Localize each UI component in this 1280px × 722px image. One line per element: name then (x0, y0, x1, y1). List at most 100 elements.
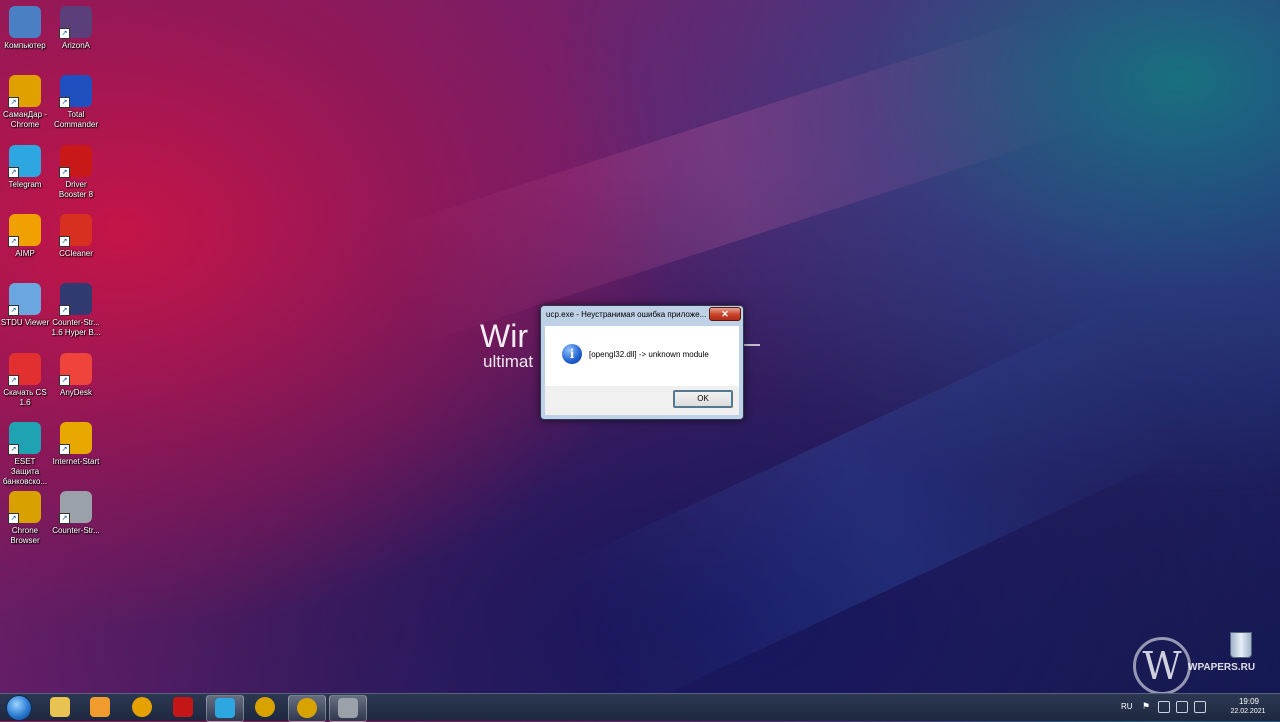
desktop-icon[interactable]: ↗ СаманДар - Chrome (0, 75, 50, 130)
taskbar-button[interactable] (82, 695, 118, 720)
clock-time[interactable]: 19:09 (1230, 697, 1268, 706)
battery-icon[interactable] (1158, 701, 1170, 713)
desktop-icon[interactable]: ↗ Скачать CS 1.6 (0, 352, 50, 408)
download-cs-icon: ↗ (8, 352, 41, 386)
error-dialog: ucp.exe - Неустранимая ошибка приложе...… (540, 305, 744, 420)
network-icon[interactable] (1176, 701, 1188, 713)
desktop-icon-label: Counter-Str... 1.6 Hyper B... (51, 318, 101, 338)
wallpaper-title: Wir (480, 318, 528, 354)
shortcut-arrow-icon: ↗ (59, 513, 70, 525)
stdu-viewer-icon: ↗ (8, 283, 41, 317)
desktop-icon-label: Скачать CS 1.6 (3, 387, 47, 407)
media-player-icon (90, 697, 110, 717)
desktop-icon-label: Telegram (8, 179, 42, 189)
watermark-logo-icon: W (1133, 637, 1191, 695)
total-commander-icon: ↗ (59, 75, 92, 109)
desktop-icon[interactable]: ↗ Chrone Browser (0, 491, 50, 546)
desktop-icon[interactable]: ↗ Counter-Str... (51, 491, 101, 536)
explorer-icon (50, 697, 70, 717)
desktop-icon[interactable]: ↗ Telegram (0, 144, 50, 190)
desktop-icon[interactable]: Компьютер (0, 6, 50, 51)
shortcut-arrow-icon: ↗ (8, 97, 19, 109)
wallpaper-subtitle: ultimat (483, 352, 534, 371)
desktop-icon[interactable]: ↗ Counter-Str... 1.6 Hyper B... (51, 283, 101, 338)
shortcut-arrow-icon: ↗ (59, 28, 70, 39)
clock-date[interactable]: 22.02.2021 (1226, 708, 1270, 715)
volume-icon[interactable] (1194, 701, 1206, 713)
taskbar-button[interactable] (124, 695, 160, 720)
shortcut-arrow-icon: ↗ (59, 443, 70, 455)
taskbar-button[interactable] (42, 695, 78, 720)
watermark-text: WPAPERS.RU (1188, 662, 1256, 673)
desktop-icon-label: ArizonA (61, 41, 90, 50)
desktop-icon-label: Counter-Str... (52, 526, 100, 536)
shortcut-arrow-icon: ↗ (59, 305, 70, 317)
desktop-icon[interactable]: ↗ CCleaner (51, 213, 101, 259)
desktop-icon-label: ESET Защита банковско... (2, 456, 48, 486)
desktop-icon[interactable]: ↗ AnyDesk (51, 352, 101, 398)
anydesk-icon: ↗ (59, 352, 92, 386)
chrome-icon (297, 698, 317, 718)
dialog-message: [opengl32.dll] -> unknown module (589, 350, 709, 359)
language-indicator[interactable]: RU (1121, 702, 1133, 711)
computer-icon (9, 6, 41, 38)
telegram-icon (215, 698, 235, 718)
desktop-icon-label: СаманДар - Chrome (3, 110, 47, 130)
chrome-icon (132, 697, 152, 717)
dialog-body: i [opengl32.dll] -> unknown module (545, 326, 739, 386)
desktop-icon-label: Internet-Start (52, 456, 100, 466)
driver-booster-icon (173, 697, 193, 717)
recycle-bin-icon[interactable] (1228, 628, 1254, 660)
dialog-title: ucp.exe - Неустранимая ошибка приложе... (546, 310, 707, 319)
windows-orb-icon (6, 695, 32, 721)
shortcut-arrow-icon: ↗ (8, 513, 19, 525)
shortcut-arrow-icon: ↗ (59, 97, 70, 109)
dialog-footer: OK (545, 386, 739, 415)
telegram-icon: ↗ (8, 144, 41, 178)
info-icon: i (562, 344, 582, 364)
taskbar: RU ⚑ 19:09 22.02.2021 (0, 693, 1280, 722)
close-button[interactable]: ✕ (709, 307, 741, 321)
desktop-icon-label: Компьютер (4, 41, 46, 50)
shortcut-arrow-icon: ↗ (8, 166, 19, 178)
shortcut-arrow-icon: ↗ (8, 305, 19, 317)
desktop-icon-label: STDU Viewer (0, 318, 50, 328)
dialog-titlebar[interactable]: ucp.exe - Неустранимая ошибка приложе...… (541, 306, 743, 324)
chrome-icon (255, 697, 275, 717)
chrome-icon: ↗ (8, 75, 41, 109)
taskbar-button[interactable] (165, 695, 201, 720)
taskbar-button[interactable] (206, 695, 244, 722)
taskbar-button[interactable] (329, 695, 367, 722)
shortcut-arrow-icon: ↗ (8, 443, 19, 455)
desktop-icon-label: Total Commander (53, 110, 98, 130)
arizona-icon: ↗ (59, 6, 92, 39)
counter-strike-icon (338, 698, 358, 718)
desktop-icon[interactable]: ↗ STDU Viewer (0, 283, 50, 328)
shortcut-arrow-icon: ↗ (59, 374, 70, 386)
desktop-icon[interactable]: ↗ Total Commander (51, 75, 101, 130)
shortcut-arrow-icon: ↗ (8, 235, 19, 247)
desktop-icon[interactable]: ↗ ESET Защита банковско... (0, 421, 50, 487)
desktop-icon[interactable]: ↗ AIMP (0, 213, 50, 259)
desktop-icon-label: AIMP (15, 248, 35, 258)
counter-strike-2-icon: ↗ (59, 491, 92, 525)
aimp-icon: ↗ (8, 213, 41, 247)
desktop-icon[interactable]: ↗ Driver Booster 8 (51, 144, 101, 200)
desktop-icon-label: CCleaner (59, 248, 93, 258)
taskbar-button[interactable] (288, 695, 326, 722)
ccleaner-icon: ↗ (59, 213, 92, 247)
counter-strike-icon: ↗ (59, 283, 92, 317)
taskbar-button[interactable] (247, 695, 283, 720)
ok-button[interactable]: OK (673, 390, 733, 408)
desktop-icon[interactable]: ↗ ArizonA (51, 6, 101, 51)
desktop-icon-label: Driver Booster 8 (58, 179, 94, 199)
action-center-flag-icon[interactable]: ⚑ (1142, 701, 1150, 711)
shortcut-arrow-icon: ↗ (8, 374, 19, 386)
desktop-icon[interactable]: ↗ Internet-Start (51, 421, 101, 467)
chrone-browser-icon: ↗ (8, 491, 41, 525)
driver-booster-icon: ↗ (59, 144, 92, 178)
internet-start-icon: ↗ (59, 421, 92, 455)
wallpaper-streak (378, 14, 1082, 346)
desktop-icon-label: Chrone Browser (10, 526, 40, 546)
start-button[interactable] (2, 695, 36, 721)
